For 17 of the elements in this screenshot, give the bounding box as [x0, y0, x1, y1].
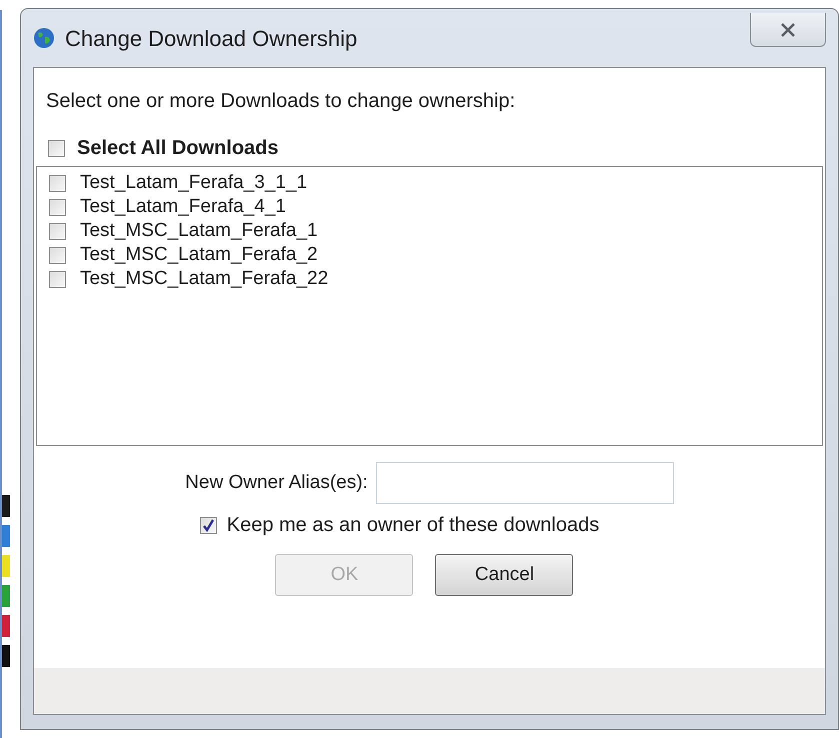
- globe-icon: [32, 27, 55, 49]
- checkbox[interactable]: [48, 270, 66, 288]
- instruction-text: Select one or more Downloads to change ownership:: [46, 90, 516, 112]
- checkbox[interactable]: [48, 246, 66, 264]
- dialog-button[interactable]: Cancel: [435, 554, 574, 596]
- owner-alias-field[interactable]: [376, 462, 674, 504]
- window-title: Change Download Ownership: [64, 24, 358, 53]
- checkbox[interactable]: [48, 174, 66, 192]
- checkbox[interactable]: [200, 516, 217, 534]
- checkbox[interactable]: [48, 198, 66, 216]
- close-icon: [780, 22, 796, 36]
- checkbox[interactable]: [48, 222, 66, 240]
- owner-field-label: New Owner Alias(es):: [185, 470, 368, 495]
- select-all-label: Select All Downloads: [76, 136, 279, 161]
- checkbox[interactable]: [48, 140, 65, 156]
- keep-owner-label: Keep me as an owner of these downloads: [226, 513, 600, 538]
- close-button[interactable]: [750, 13, 826, 47]
